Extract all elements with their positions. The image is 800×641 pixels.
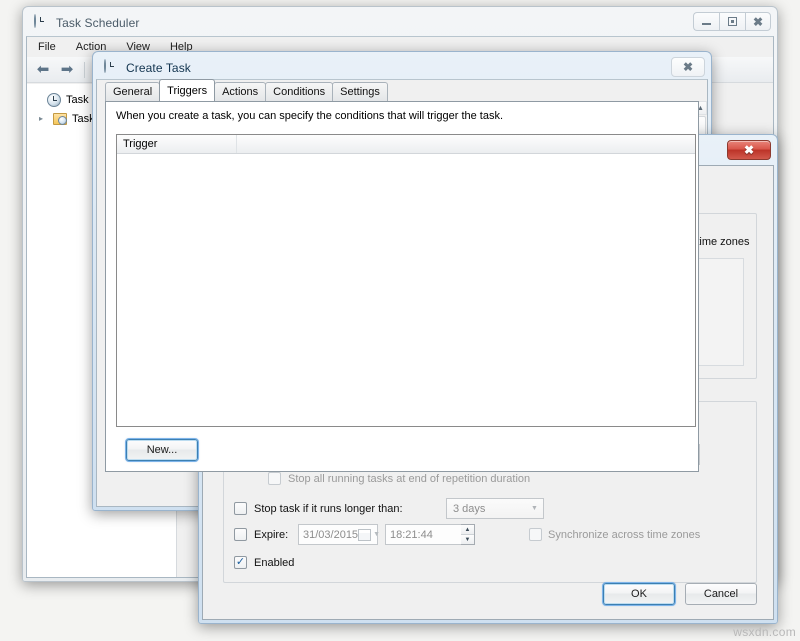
trigger-list[interactable]: Trigger [116,134,696,427]
back-arrow-icon[interactable]: ⬅ [33,61,53,79]
watermark: wsxdn.com [733,625,796,639]
tab-label: General [113,86,153,98]
stop-if-longer-row: Stop task if it runs longer than: 3 days… [234,498,544,519]
dialog-buttons: OK Cancel [602,582,757,606]
forward-arrow-icon[interactable]: ➡ [57,61,77,79]
enabled-row: ✓ Enabled [234,556,294,569]
tab-panel-triggers: When you create a task, you can specify … [105,101,699,472]
folder-clock-icon [53,112,67,125]
clock-icon [104,59,120,76]
new-button[interactable]: New... [125,438,199,462]
close-icon[interactable]: ✖ [745,12,771,31]
task-scheduler-title: Task Scheduler [56,16,140,30]
stop-if-longer-checkbox[interactable] [234,502,247,515]
expire-date-field[interactable]: 31/03/2015 ▼ [298,524,380,545]
tab-triggers[interactable]: Triggers [159,79,216,101]
desktop: Task Scheduler ✖ File Action View Help ⬅… [0,0,800,641]
chevron-down-icon[interactable]: ▼ [526,499,543,518]
stop-all-running-label: Stop all running tasks at end of repetit… [288,472,531,485]
new-trigger-button-wrap: New... [125,438,199,462]
enabled-checkbox[interactable]: ✓ [234,556,247,569]
tab-label: Actions [222,86,259,98]
stop-if-longer-label: Stop task if it runs longer than: [254,502,403,515]
tab-actions[interactable]: Actions [214,82,267,101]
triggers-description: When you create a task, you can specify … [116,110,504,122]
column-header-trigger[interactable]: Trigger [117,135,237,153]
task-scheduler-titlebar[interactable]: Task Scheduler ✖ [26,10,774,36]
stop-all-running-checkbox[interactable] [268,472,281,485]
calendar-icon[interactable] [358,528,372,541]
expire-sync-timezones-checkbox[interactable] [529,528,542,541]
stop-all-running-row: Stop all running tasks at end of repetit… [268,472,530,485]
window-controls: ✖ [693,12,771,31]
expire-row: Expire: 31/03/2015 ▼ 18:21:44 ▲ ▼ Synchr… [234,524,700,545]
close-icon[interactable]: ✖ [671,57,705,77]
spinner-up-icon[interactable]: ▲ [461,525,474,535]
stop-if-longer-combo[interactable]: 3 days ▼ [446,498,544,519]
ok-button[interactable]: OK [602,582,676,606]
tab-strip: General Triggers Actions Conditions Sett… [97,79,707,101]
expire-checkbox[interactable] [234,528,247,541]
create-task-title: Create Task [126,61,191,75]
window-controls: ✖ [671,57,705,77]
maximize-button[interactable] [719,12,745,31]
toolbar-separator [84,61,85,78]
expire-date-value: 31/03/2015 [303,528,359,541]
menu-item-file[interactable]: File [35,40,59,54]
expire-label: Expire: [254,528,289,541]
minimize-button[interactable] [693,12,719,31]
create-task-dialog: Create Task ✖ General Triggers Actions C… [92,51,712,511]
create-task-client: General Triggers Actions Conditions Sett… [96,79,708,507]
expire-time-spinner[interactable]: ▲ ▼ [461,524,475,545]
tab-label: Conditions [273,86,326,98]
clock-icon [47,93,61,107]
chevron-down-icon[interactable]: ▼ [373,531,380,538]
close-icon[interactable]: ✖ [727,140,771,160]
tab-conditions[interactable]: Conditions [265,82,334,101]
tab-label: Settings [340,86,380,98]
create-task-titlebar[interactable]: Create Task ✖ [96,55,708,81]
expire-time-value: 18:21:44 [390,528,433,541]
enabled-label: Enabled [254,556,295,569]
stop-if-longer-value: 3 days [453,502,486,515]
trigger-list-header: Trigger [117,135,695,154]
cancel-button[interactable]: Cancel [685,583,757,605]
spinner-down-icon[interactable]: ▼ [461,535,474,544]
expire-time-field[interactable]: 18:21:44 [385,524,461,545]
expire-sync-timezones-label: Synchronize across time zones [548,528,701,541]
tab-label: Triggers [167,84,208,97]
column-header-filler [237,135,695,153]
window-controls: ✖ [727,140,771,160]
expander-icon[interactable]: ▸ [39,114,48,123]
clock-icon [34,14,50,31]
tab-general[interactable]: General [105,82,161,101]
tab-settings[interactable]: Settings [332,82,388,101]
